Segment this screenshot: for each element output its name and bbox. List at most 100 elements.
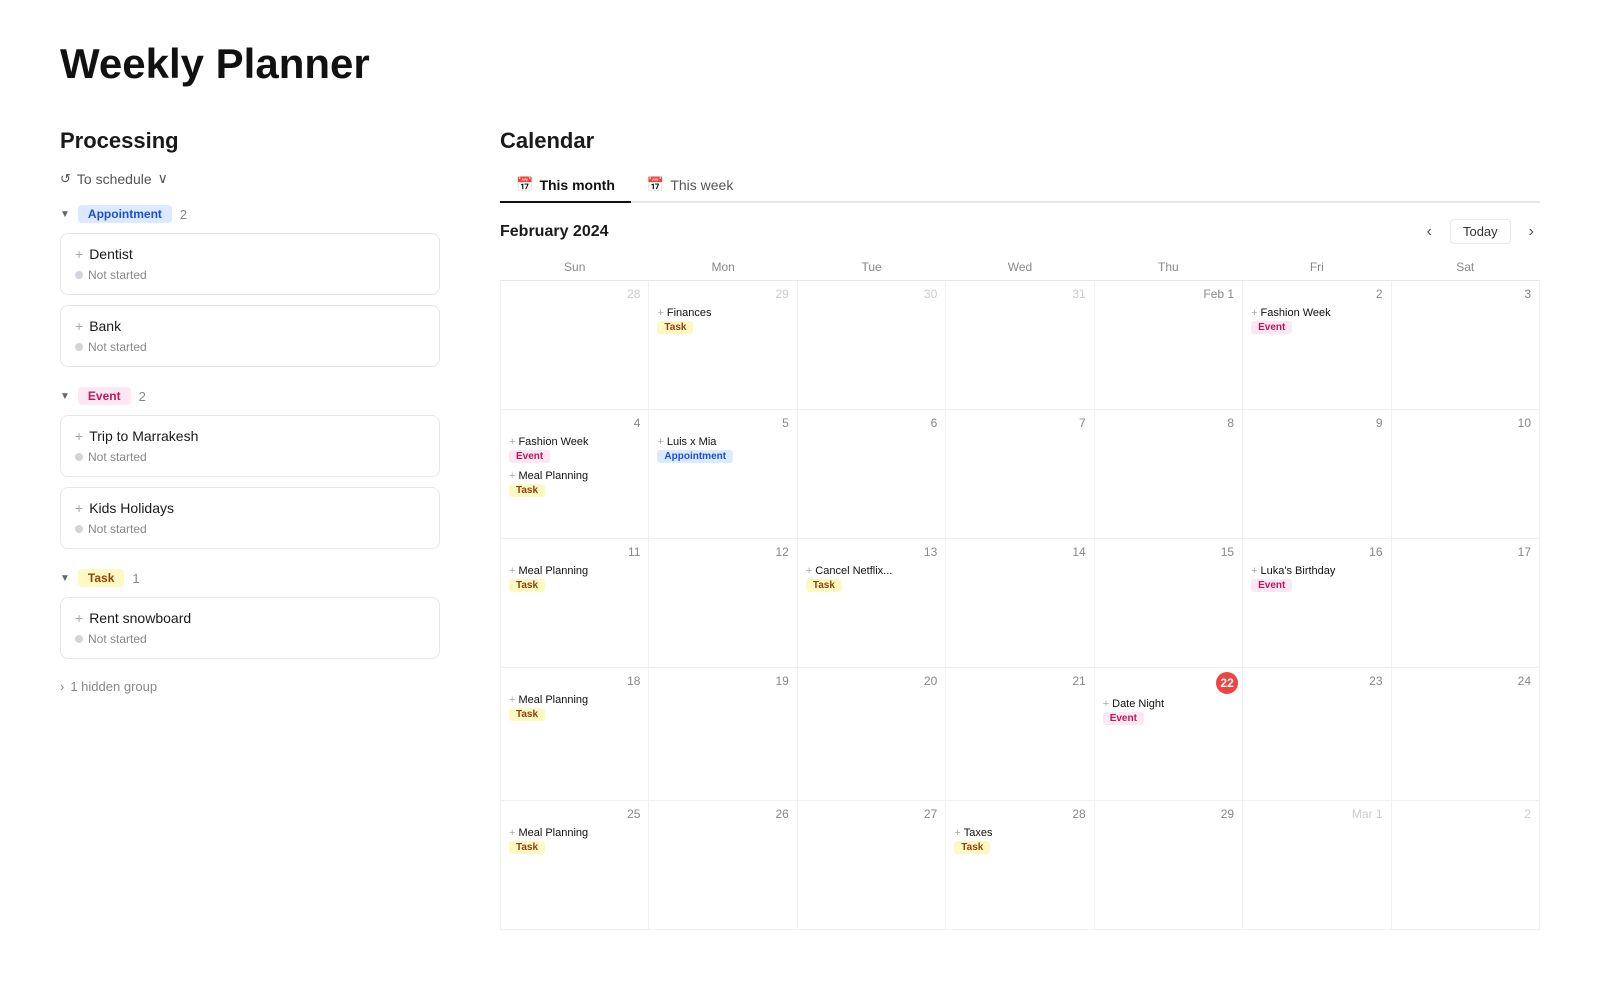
calendar-day-cell[interactable]: 10: [1391, 410, 1539, 539]
group-count-task: 1: [132, 571, 139, 586]
calendar-day-cell[interactable]: 20: [797, 668, 945, 801]
group-header-task[interactable]: ▼ Task 1: [60, 569, 440, 587]
calendar-event[interactable]: + Fashion Week Event: [1247, 305, 1386, 336]
cell-inner: [1396, 825, 1535, 925]
schedule-bar[interactable]: ↺ To schedule ∨: [60, 170, 440, 187]
calendar-event[interactable]: + Luka's Birthday Event: [1247, 563, 1386, 594]
chevron-down-icon: ∨: [158, 170, 168, 187]
cal-today-btn[interactable]: Today: [1450, 219, 1511, 244]
calendar-day-cell[interactable]: 12: [649, 539, 797, 668]
cal-event-name: Fashion Week: [1261, 307, 1331, 319]
cell-inner: [950, 305, 1089, 405]
cal-event-badge: Task: [509, 484, 545, 497]
calendar-day-cell[interactable]: 13 + Cancel Netflix... Task: [797, 539, 945, 668]
calendar-day-cell[interactable]: 14: [946, 539, 1094, 668]
calendar-day-cell[interactable]: 31: [946, 281, 1094, 410]
calendar-event[interactable]: + Luis x Mia Appointment: [653, 434, 792, 465]
calendar-day-cell[interactable]: 8: [1094, 410, 1242, 539]
plus-icon: +: [1251, 307, 1257, 319]
calendar-event[interactable]: + Fashion Week Event: [505, 434, 644, 465]
calendar-day-cell[interactable]: 29: [1094, 801, 1242, 930]
processing-title: Processing: [60, 128, 440, 154]
schedule-icon: ↺: [60, 171, 71, 187]
calendar-day-cell[interactable]: 4 + Fashion Week Event + Meal Planning T…: [501, 410, 649, 539]
calendar-day-cell[interactable]: 19: [649, 668, 797, 801]
group-header-event[interactable]: ▼ Event 2: [60, 387, 440, 405]
calendar-day-cell[interactable]: 6: [797, 410, 945, 539]
calendar-day-cell[interactable]: 5 + Luis x Mia Appointment: [649, 410, 797, 539]
calendar-day-cell[interactable]: Mar 1: [1243, 801, 1391, 930]
cell-inner: [1247, 434, 1386, 534]
group-header-appointment[interactable]: ▼ Appointment 2: [60, 205, 440, 223]
calendar-day-cell[interactable]: 28: [501, 281, 649, 410]
cell-inner: + Fashion Week Event: [1247, 305, 1386, 405]
calendar-event[interactable]: + Date Night Event: [1099, 696, 1238, 727]
calendar-day-cell[interactable]: 28 + Taxes Task: [946, 801, 1094, 930]
cal-prev-btn[interactable]: ‹: [1421, 221, 1438, 243]
triangle-icon: ▼: [60, 209, 70, 220]
cell-inner: [505, 305, 644, 405]
calendar-day-cell[interactable]: 21: [946, 668, 1094, 801]
day-header: Fri: [1243, 254, 1391, 281]
hidden-group[interactable]: › 1 hidden group: [60, 679, 440, 694]
cal-event-badge: Task: [657, 321, 693, 334]
calendar-day-cell[interactable]: 2 + Fashion Week Event: [1243, 281, 1391, 410]
calendar-event[interactable]: + Taxes Task: [950, 825, 1089, 856]
day-number: 26: [653, 805, 792, 823]
cal-tab-0[interactable]: 📅 This month: [500, 168, 631, 203]
calendar-tabs: 📅 This month 📅 This week: [500, 168, 1540, 203]
calendar-day-cell[interactable]: 16 + Luka's Birthday Event: [1243, 539, 1391, 668]
calendar-day-cell[interactable]: 25 + Meal Planning Task: [501, 801, 649, 930]
calendar-event[interactable]: + Meal Planning Task: [505, 825, 644, 856]
status-dot-icon: [75, 635, 83, 643]
task-title: Bank: [89, 318, 121, 334]
cell-inner: + Finances Task: [653, 305, 792, 405]
day-number: 5: [653, 414, 792, 432]
cal-event-badge: Event: [1251, 321, 1292, 334]
cal-event-title: + Cancel Netflix...: [806, 565, 937, 577]
calendar-day-cell[interactable]: 3: [1391, 281, 1539, 410]
calendar-day-cell[interactable]: 18 + Meal Planning Task: [501, 668, 649, 801]
cal-event-badge: Event: [509, 450, 550, 463]
calendar-day-cell[interactable]: 26: [649, 801, 797, 930]
cell-inner: [950, 692, 1089, 792]
calendar-day-cell[interactable]: 27: [797, 801, 945, 930]
task-status: Not started: [75, 632, 425, 646]
plus-icon: +: [954, 827, 960, 839]
day-number: 7: [950, 414, 1089, 432]
calendar-event[interactable]: + Meal Planning Task: [505, 468, 644, 499]
plus-icon: +: [75, 246, 83, 262]
calendar-day-cell[interactable]: 17: [1391, 539, 1539, 668]
cell-inner: [1247, 825, 1386, 925]
calendar-day-cell[interactable]: Feb 1: [1094, 281, 1242, 410]
calendar-day-cell[interactable]: 23: [1243, 668, 1391, 801]
status-label: Not started: [88, 450, 147, 464]
plus-icon: +: [509, 470, 515, 482]
calendar-day-cell[interactable]: 30: [797, 281, 945, 410]
calendar-event[interactable]: + Meal Planning Task: [505, 692, 644, 723]
day-number: 19: [653, 672, 792, 690]
plus-icon: +: [509, 694, 515, 706]
calendar-day-cell[interactable]: 29 + Finances Task: [649, 281, 797, 410]
calendar-day-cell[interactable]: 22 + Date Night Event: [1094, 668, 1242, 801]
cell-inner: + Fashion Week Event + Meal Planning Tas…: [505, 434, 644, 534]
plus-icon: +: [657, 436, 663, 448]
cal-tab-1[interactable]: 📅 This week: [631, 168, 749, 203]
day-number: 13: [802, 543, 941, 561]
cal-next-btn[interactable]: ›: [1523, 221, 1540, 243]
calendar-day-cell[interactable]: 7: [946, 410, 1094, 539]
calendar-day-cell[interactable]: 9: [1243, 410, 1391, 539]
day-number: 20: [802, 672, 941, 690]
group-count-appointment: 2: [180, 207, 187, 222]
calendar-event[interactable]: + Finances Task: [653, 305, 792, 336]
calendar-event[interactable]: + Meal Planning Task: [505, 563, 644, 594]
cal-event-name: Meal Planning: [518, 694, 588, 706]
calendar-day-cell[interactable]: 11 + Meal Planning Task: [501, 539, 649, 668]
triangle-icon: ▼: [60, 573, 70, 584]
calendar-event[interactable]: + Cancel Netflix... Task: [802, 563, 941, 594]
calendar-day-cell[interactable]: 2: [1391, 801, 1539, 930]
calendar-day-cell[interactable]: 24: [1391, 668, 1539, 801]
calendar-day-cell[interactable]: 15: [1094, 539, 1242, 668]
calendar-week-row: 25 + Meal Planning Task 26 2728 + Taxes T…: [501, 801, 1540, 930]
day-number: 9: [1247, 414, 1386, 432]
